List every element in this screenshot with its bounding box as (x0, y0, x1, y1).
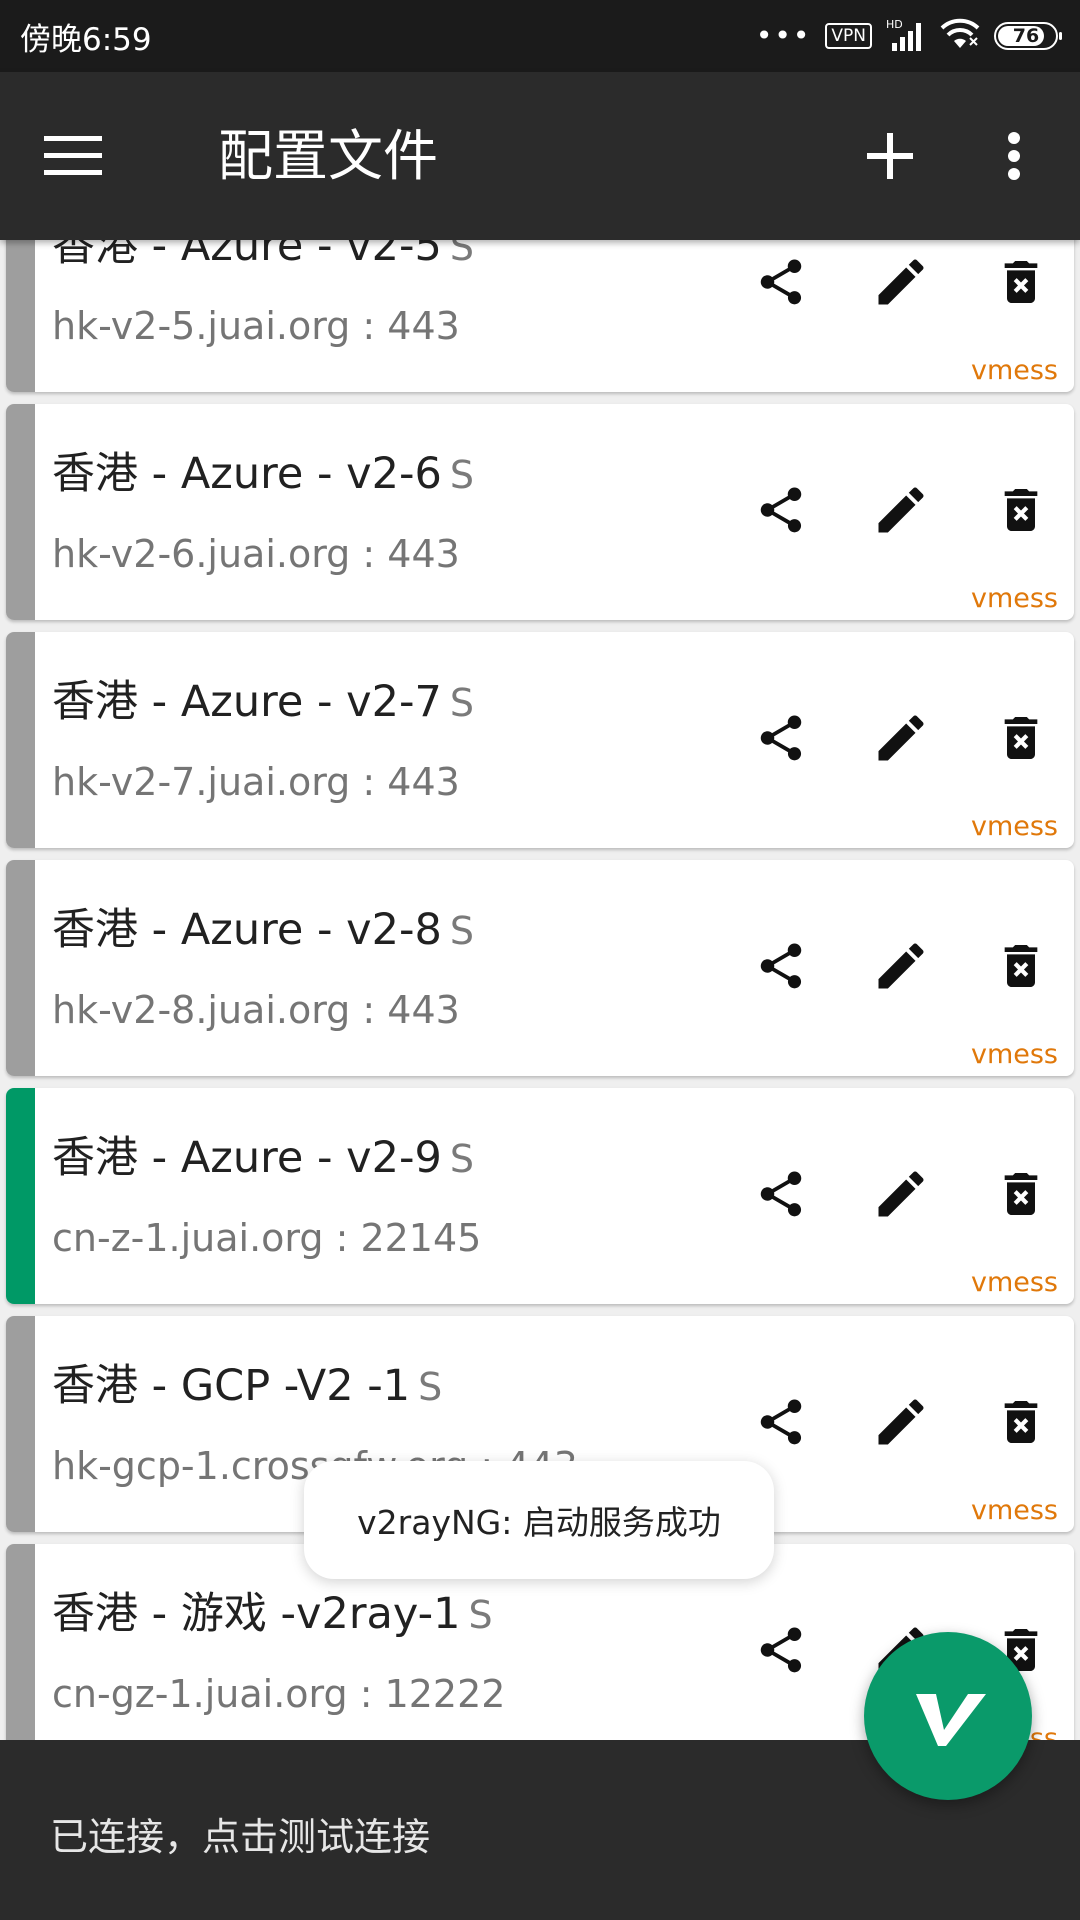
edit-icon[interactable] (871, 936, 931, 996)
page-title: 配置文件 (218, 124, 439, 188)
v2ray-logo-icon (906, 1672, 990, 1760)
profile-tag: S (418, 1365, 443, 1409)
profile-actions (751, 1392, 1051, 1452)
profile-name: 香港 - Azure - v2-6 S (52, 439, 474, 501)
delete-icon[interactable] (991, 1164, 1051, 1224)
profile-tag: S (468, 1593, 493, 1637)
hamburger-menu-icon[interactable] (44, 124, 124, 188)
profile-name-text: 香港 - Azure - v2-5 (52, 240, 442, 271)
profile-protocol: vmess (970, 1495, 1058, 1526)
profile-name: 香港 - Azure - v2-9 S (52, 1123, 474, 1185)
profile-card[interactable]: 香港 - Azure - v2-9 Scn-z-1.juai.org : 2214… (6, 1088, 1074, 1304)
vpn-icon: VPN (825, 23, 872, 49)
delete-icon[interactable] (991, 708, 1051, 768)
status-bar: 傍晚6:59 ••• VPN HD 76 (0, 0, 1080, 72)
delete-icon[interactable] (991, 252, 1051, 312)
battery-level: 76 (1012, 25, 1040, 47)
profile-card[interactable]: 香港 - Azure - v2-6 Shk-v2-6.juai.org : 443… (6, 404, 1074, 620)
profile-tag: S (449, 240, 474, 269)
selection-indicator (6, 1544, 35, 1740)
edit-icon[interactable] (871, 1392, 931, 1452)
profile-protocol: vmess (970, 1039, 1058, 1070)
plus-icon[interactable] (852, 118, 928, 194)
profile-name: 香港 - GCP -V2 -1 S (52, 1351, 442, 1413)
selection-indicator (6, 1088, 35, 1304)
share-icon[interactable] (751, 936, 811, 996)
profile-name-text: 香港 - 游戏 -v2ray-1 (52, 1589, 461, 1639)
profile-name-text: 香港 - GCP -V2 -1 (52, 1361, 411, 1411)
delete-icon[interactable] (991, 936, 1051, 996)
profile-address: cn-z-1.juai.org : 22145 (52, 1216, 482, 1260)
edit-icon[interactable] (871, 252, 931, 312)
share-icon[interactable] (751, 480, 811, 540)
profile-address: cn-gz-1.juai.org : 12222 (52, 1672, 506, 1716)
profile-actions (751, 480, 1051, 540)
delete-icon[interactable] (991, 480, 1051, 540)
share-icon[interactable] (751, 708, 811, 768)
profile-address: hk-v2-7.juai.org : 443 (52, 760, 460, 804)
profile-tag: S (449, 681, 474, 725)
more-notifications-icon: ••• (755, 19, 812, 52)
profile-tag: S (449, 453, 474, 497)
app-toolbar: 配置文件 (0, 72, 1080, 240)
delete-icon[interactable] (991, 1392, 1051, 1452)
share-icon[interactable] (751, 1620, 811, 1680)
profile-card[interactable]: 香港 - Azure - v2-5 Shk-v2-5.juai.org : 443… (6, 240, 1074, 392)
profile-name: 香港 - 游戏 -v2ray-1 S (52, 1579, 493, 1641)
signal-icon: HD (886, 17, 926, 55)
profile-name: 香港 - Azure - v2-5 S (52, 240, 474, 273)
selection-indicator (6, 1316, 35, 1532)
profile-actions (751, 1164, 1051, 1224)
profile-protocol: vmess (970, 355, 1058, 386)
selection-indicator (6, 240, 35, 392)
profile-name-text: 香港 - Azure - v2-6 (52, 449, 442, 499)
profile-protocol: vmess (970, 811, 1058, 842)
status-icons: ••• VPN HD 76 (755, 17, 1062, 55)
share-icon[interactable] (751, 1392, 811, 1452)
selection-indicator (6, 404, 35, 620)
profile-protocol: vmess (970, 1267, 1058, 1298)
more-vert-icon[interactable] (982, 118, 1046, 194)
selection-indicator (6, 632, 35, 848)
profile-address: hk-v2-6.juai.org : 443 (52, 532, 460, 576)
profile-protocol: vmess (970, 583, 1058, 614)
edit-icon[interactable] (871, 708, 931, 768)
start-stop-fab[interactable] (864, 1632, 1032, 1800)
status-time: 傍晚6:59 (20, 21, 152, 58)
connection-status-text[interactable]: 已连接，点击测试连接 (50, 1806, 430, 1861)
profile-tag: S (449, 909, 474, 953)
wifi-icon (940, 18, 980, 54)
profile-actions (751, 252, 1051, 312)
profile-address: hk-v2-5.juai.org : 443 (52, 304, 460, 348)
profile-name: 香港 - Azure - v2-7 S (52, 667, 474, 729)
profile-name: 香港 - Azure - v2-8 S (52, 895, 474, 957)
selection-indicator (6, 860, 35, 1076)
profile-tag: S (449, 1137, 474, 1181)
edit-icon[interactable] (871, 480, 931, 540)
battery-icon: 76 (994, 22, 1062, 50)
profile-name-text: 香港 - Azure - v2-7 (52, 677, 442, 727)
profile-address: hk-v2-8.juai.org : 443 (52, 988, 460, 1032)
toast-message: v2rayNG: 启动服务成功 (304, 1461, 774, 1579)
profile-actions (751, 708, 1051, 768)
share-icon[interactable] (751, 1164, 811, 1224)
share-icon[interactable] (751, 252, 811, 312)
hd-label: HD (886, 18, 903, 31)
profile-name-text: 香港 - Azure - v2-9 (52, 1133, 442, 1183)
profile-card[interactable]: 香港 - Azure - v2-8 Shk-v2-8.juai.org : 443… (6, 860, 1074, 1076)
profile-name-text: 香港 - Azure - v2-8 (52, 905, 442, 955)
profile-card[interactable]: 香港 - Azure - v2-7 Shk-v2-7.juai.org : 443… (6, 632, 1074, 848)
edit-icon[interactable] (871, 1164, 931, 1224)
profile-actions (751, 936, 1051, 996)
